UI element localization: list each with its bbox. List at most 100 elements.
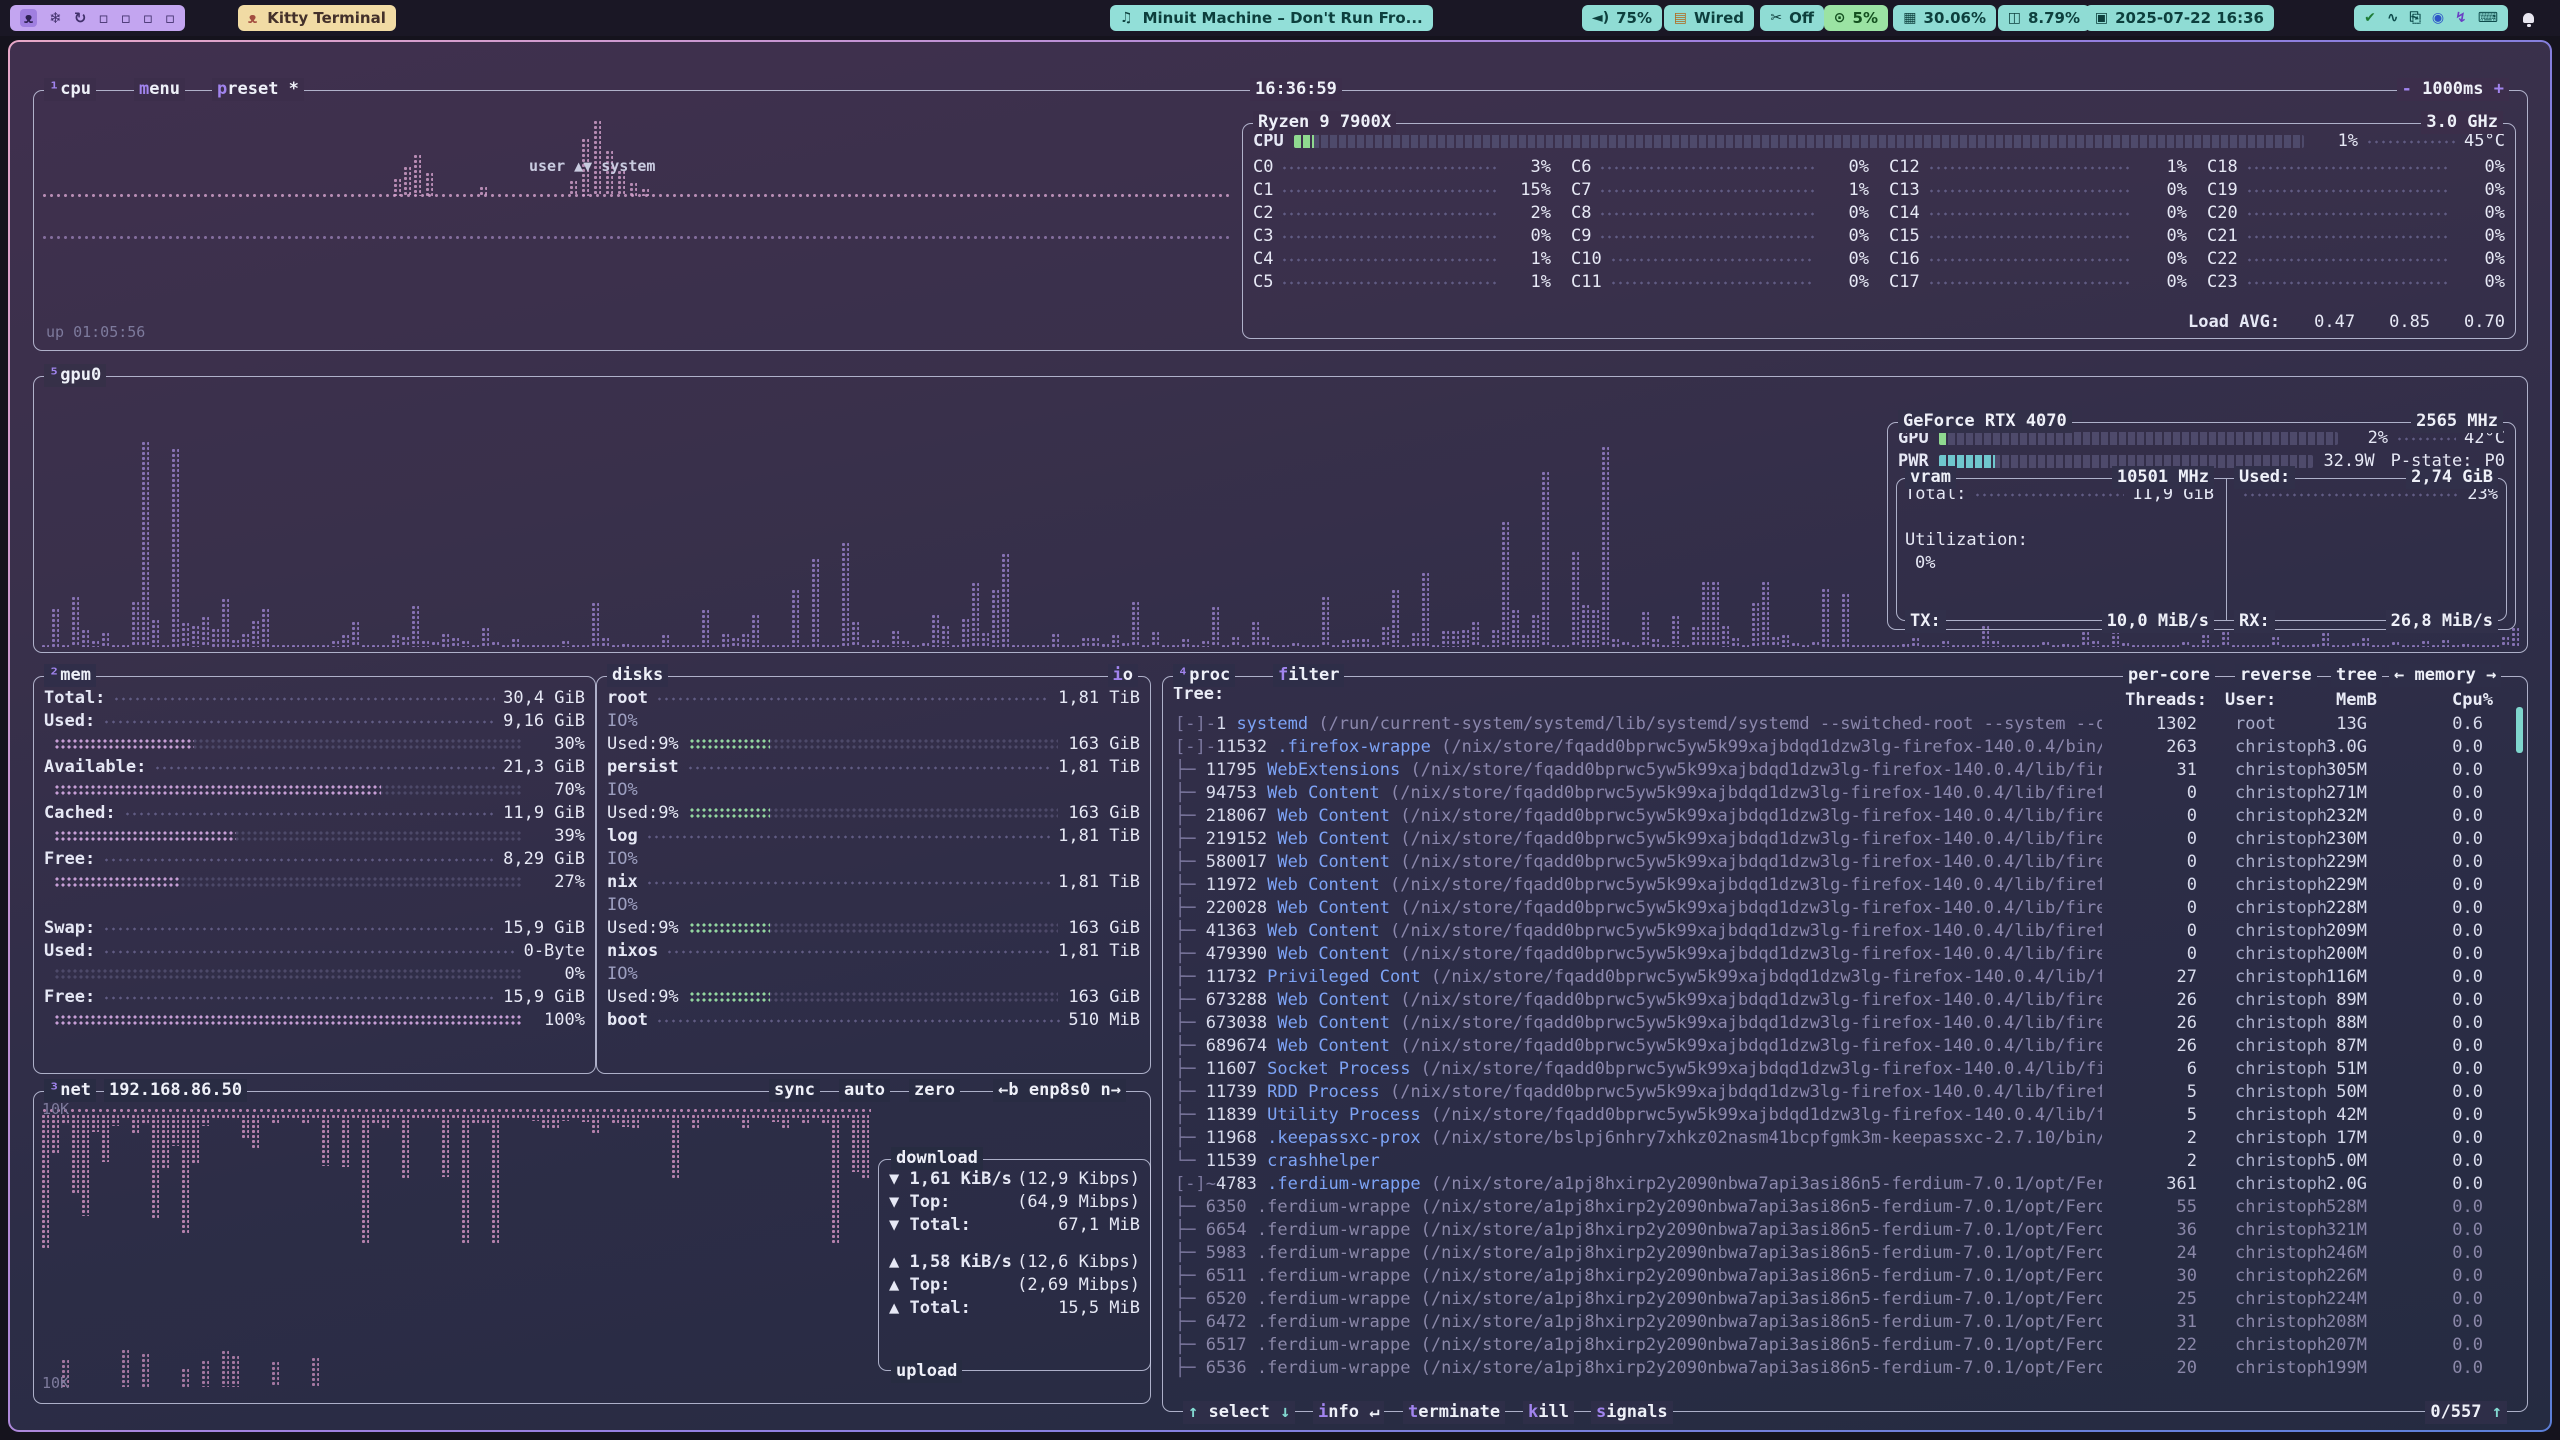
terminate-control[interactable]: terminate: [1403, 1401, 1505, 1424]
window-icon[interactable]: ▫: [143, 9, 153, 27]
cpu-core-row: C80%: [1571, 202, 1869, 225]
info-control[interactable]: info ↵: [1313, 1401, 1384, 1424]
process-row[interactable]: ├─ 6511 .ferdium-wrappe (/nix/store/a1pj…: [1173, 1265, 2517, 1288]
mem-header[interactable]: MemB: [2287, 689, 2377, 712]
mem-meter-row: 39%: [44, 825, 585, 848]
wave-icon[interactable]: ∿: [2387, 10, 2399, 26]
cpu-core-row: C230%: [2207, 271, 2505, 294]
cpu-core-row: C90%: [1571, 225, 1869, 248]
bolt-icon[interactable]: ↯: [2455, 10, 2467, 26]
process-row[interactable]: ├─ 11972 Web Content (/nix/store/fqadd0b…: [1173, 874, 2517, 897]
workspaces: ᴥ ❄ ↻ ▫ ▫ ▫ ▫: [10, 5, 185, 31]
filter-button[interactable]: filter: [1273, 664, 1344, 687]
process-row[interactable]: ├─ 6350 .ferdium-wrappe (/nix/store/a1pj…: [1173, 1196, 2517, 1219]
process-row[interactable]: ├─ 673038 Web Content (/nix/store/fqadd0…: [1173, 1012, 2517, 1035]
download-upload-panel: download upload ▼ 1,61 KiB/s(12,9 Kibps)…: [878, 1159, 1151, 1371]
process-scrollbar[interactable]: [2516, 707, 2523, 753]
check-icon[interactable]: ✔: [2364, 10, 2376, 26]
process-row[interactable]: ├─ 5983 .ferdium-wrappe (/nix/store/a1pj…: [1173, 1242, 2517, 1265]
interface-selector[interactable]: ←b enp8s0 n→: [993, 1079, 1126, 1102]
cpu-core-row: C110%: [1571, 271, 1869, 294]
zero-toggle[interactable]: zero: [909, 1079, 960, 1102]
preset-button[interactable]: preset *: [212, 78, 304, 101]
process-row[interactable]: [-]~4783 .ferdium-wrappe (/nix/store/a1p…: [1173, 1173, 2517, 1196]
mem-meter-row: 70%: [44, 779, 585, 802]
bell-icon[interactable]: [2523, 13, 2534, 23]
auto-toggle[interactable]: auto: [839, 1079, 890, 1102]
btop-monitor: ¹cpu menu preset * 16:36:59 - 1000ms + u…: [10, 42, 2550, 1430]
process-row[interactable]: ├─ 94753 Web Content (/nix/store/fqadd0b…: [1173, 782, 2517, 805]
network-value: Wired: [1694, 9, 1744, 27]
process-row[interactable]: ├─ 479390 Web Content (/nix/store/fqadd0…: [1173, 943, 2517, 966]
memory-chip-icon: ▦: [1903, 10, 1916, 26]
disk-entry: root1,81 TiB: [607, 687, 1140, 710]
cpu-header[interactable]: Cpu%: [2413, 689, 2493, 712]
per-core-toggle[interactable]: per-core: [2123, 664, 2215, 687]
disk-entry: nix1,81 TiB: [607, 871, 1140, 894]
update-interval-control[interactable]: - 1000ms +: [2397, 78, 2509, 101]
kill-control[interactable]: kill: [1523, 1401, 1574, 1424]
signals-control[interactable]: signals: [1591, 1401, 1673, 1424]
process-row[interactable]: ├─ 11607 Socket Process (/nix/store/fqad…: [1173, 1058, 2517, 1081]
disk-entry: boot510 MiB: [607, 1009, 1140, 1032]
memory-stats: Total:30,4 GiBUsed:9,16 GiB30%Available:…: [34, 677, 595, 1073]
process-row[interactable]: ├─ 673288 Web Content (/nix/store/fqadd0…: [1173, 989, 2517, 1012]
window-icon[interactable]: ▫: [98, 9, 108, 27]
cat-icon[interactable]: ᴥ: [20, 9, 37, 27]
vram-util-value-row: 0%: [1915, 552, 2496, 575]
cpu-module[interactable]: ⊙ 5%: [1824, 5, 1888, 31]
user-header[interactable]: User:: [2225, 689, 2276, 712]
music-player-widget[interactable]: ♫ Minuit Machine – Don't Run Fro...: [1110, 5, 1433, 31]
process-row[interactable]: ├─ 6536 .ferdium-wrappe (/nix/store/a1pj…: [1173, 1357, 2517, 1380]
refresh-icon[interactable]: ↻: [74, 9, 87, 27]
process-row[interactable]: [-]-1 systemd (/run/current-system/syste…: [1173, 713, 2517, 736]
vram-used-label: Used:: [2234, 466, 2295, 489]
cpu-core-row: C190%: [2207, 179, 2505, 202]
memory-box: ²mem Total:30,4 GiBUsed:9,16 GiB30%Avail…: [33, 676, 596, 1074]
volume-module[interactable]: ◄) 75%: [1582, 5, 1662, 31]
window-icon[interactable]: ▫: [121, 9, 131, 27]
window-icon[interactable]: ▫: [165, 9, 175, 27]
process-row[interactable]: ├─ 11739 RDD Process (/nix/store/fqadd0b…: [1173, 1081, 2517, 1104]
clipboard-icon[interactable]: ⎘: [2410, 10, 2421, 26]
process-row[interactable]: ├─ 11795 WebExtensions (/nix/store/fqadd…: [1173, 759, 2517, 782]
toggle-module[interactable]: ✂ Off: [1760, 5, 1824, 31]
tree-toggle[interactable]: tree: [2331, 664, 2382, 687]
network-module[interactable]: ▤ Wired: [1664, 5, 1754, 31]
process-row[interactable]: ├─ 580017 Web Content (/nix/store/fqadd0…: [1173, 851, 2517, 874]
clock-module[interactable]: ▣ 2025-07-22 16:36: [2085, 5, 2274, 31]
process-row[interactable]: ├─ 6517 .ferdium-wrappe (/nix/store/a1pj…: [1173, 1334, 2517, 1357]
process-row[interactable]: ├─ 218067 Web Content (/nix/store/fqadd0…: [1173, 805, 2517, 828]
reverse-toggle[interactable]: reverse: [2235, 664, 2317, 687]
process-list: [-]-1 systemd (/run/current-system/syste…: [1163, 713, 2527, 1387]
nix-snowflake-icon[interactable]: ❄: [49, 9, 62, 27]
download-title: download: [891, 1147, 983, 1170]
process-row[interactable]: ├─ 41363 Web Content (/nix/store/fqadd0b…: [1173, 920, 2517, 943]
memory-module[interactable]: ▦ 30.06%: [1893, 5, 1996, 31]
process-row[interactable]: ├─ 689674 Web Content (/nix/store/fqadd0…: [1173, 1035, 2517, 1058]
ip-address-label: 192.168.86.50: [104, 1079, 247, 1102]
cpu-core-row: C210%: [2207, 225, 2505, 248]
circle-icon[interactable]: ◉: [2432, 10, 2444, 26]
process-row[interactable]: ├─ 11839 Utility Process (/nix/store/fqa…: [1173, 1104, 2517, 1127]
process-row[interactable]: ├─ 220028 Web Content (/nix/store/fqadd0…: [1173, 897, 2517, 920]
process-row[interactable]: ├─ 6654 .ferdium-wrappe (/nix/store/a1pj…: [1173, 1219, 2517, 1242]
process-row[interactable]: ├─ 219152 Web Content (/nix/store/fqadd0…: [1173, 828, 2517, 851]
sync-toggle[interactable]: sync: [769, 1079, 820, 1102]
io-mode-toggle[interactable]: io: [1108, 664, 1139, 687]
menu-button[interactable]: menu: [134, 78, 185, 101]
terminal-button[interactable]: ᴥ Kitty Terminal: [238, 5, 396, 31]
disk-module[interactable]: ◫ 8.79%: [1998, 5, 2090, 31]
threads-header[interactable]: Threads:: [2087, 689, 2207, 712]
select-control[interactable]: ↑ select ↓: [1183, 1401, 1295, 1424]
process-row[interactable]: [-]-11532 .firefox-wrappe (/nix/store/fq…: [1173, 736, 2517, 759]
mem-row: Used:9,16 GiB: [44, 710, 585, 733]
cpu-core-row: C51%: [1253, 271, 1551, 294]
keyboard-icon[interactable]: ⌨: [2478, 10, 2498, 26]
process-row[interactable]: ├─ 6472 .ferdium-wrappe (/nix/store/a1pj…: [1173, 1311, 2517, 1334]
process-row[interactable]: ├─ 11968 .keepassxc-prox (/nix/store/bsl…: [1173, 1127, 2517, 1150]
sort-column-selector[interactable]: ← memory →: [2389, 664, 2501, 687]
process-row[interactable]: └─ 11539 crashhelper 2christoph5.0M0.0: [1173, 1150, 2517, 1173]
process-row[interactable]: ├─ 11732 Privileged Cont (/nix/store/fqa…: [1173, 966, 2517, 989]
process-row[interactable]: ├─ 6520 .ferdium-wrappe (/nix/store/a1pj…: [1173, 1288, 2517, 1311]
